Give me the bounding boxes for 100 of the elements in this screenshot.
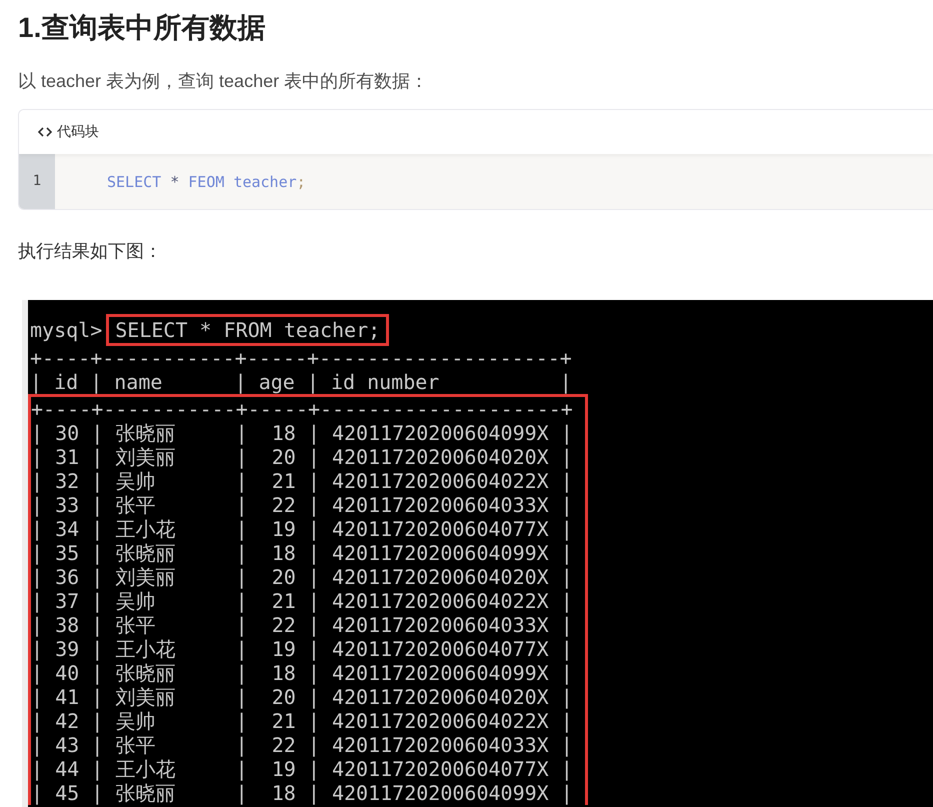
- column-separator: |: [236, 661, 248, 685]
- column-separator: |: [31, 445, 44, 469]
- column-separator: |: [560, 733, 573, 757]
- table-cell: 44: [55, 757, 80, 781]
- column-separator: |: [560, 370, 572, 394]
- column-separator: |: [91, 613, 104, 637]
- column-separator: |: [236, 733, 248, 757]
- section-heading: 1.查询表中所有数据: [18, 11, 266, 45]
- column-separator: |: [31, 709, 44, 733]
- table-cell: 18: [272, 541, 296, 565]
- column-separator: |: [236, 709, 248, 733]
- table-cell: 张晓丽: [115, 661, 176, 685]
- column-separator: |: [308, 685, 320, 709]
- column-separator: |: [308, 517, 320, 541]
- table-cell: 41: [55, 685, 80, 709]
- table-cell: 21: [272, 589, 296, 613]
- result-label: 执行结果如下图：: [18, 240, 163, 263]
- table-cell: 20: [272, 685, 296, 709]
- column-separator: |: [91, 661, 104, 685]
- column-separator: |: [90, 370, 102, 394]
- column-separator: |: [236, 637, 248, 661]
- column-separator: |: [236, 421, 248, 445]
- table-cell: 王小花: [115, 757, 176, 781]
- table-cell: 45: [55, 781, 80, 805]
- column-separator: |: [236, 493, 248, 517]
- table-cell: 31: [55, 445, 80, 469]
- column-separator: |: [306, 370, 319, 394]
- table-cell: 18: [272, 781, 296, 805]
- table-cell: 37: [55, 589, 80, 613]
- column-separator: |: [560, 637, 573, 661]
- table-cell: 42011720200604099X: [332, 781, 549, 805]
- prompt-text: mysql>: [30, 318, 102, 342]
- column-separator: |: [91, 709, 104, 733]
- column-separator: |: [560, 565, 573, 589]
- table-cell: 王小花: [115, 517, 176, 541]
- column-separator: |: [91, 469, 104, 493]
- table-cell: 42011720200604033X: [332, 613, 549, 637]
- column-separator: |: [236, 517, 248, 541]
- table-cell: 18: [272, 661, 296, 685]
- column-separator: |: [91, 565, 104, 589]
- column-separator: |: [31, 517, 44, 541]
- column-separator: |: [560, 421, 573, 445]
- table-cell: 19: [272, 757, 296, 781]
- column-separator: |: [308, 541, 320, 565]
- table-cell: 张晓丽: [115, 421, 176, 445]
- table-cell: 42011720200604022X: [332, 709, 549, 733]
- table-cell: 张晓丽: [115, 781, 176, 805]
- column-header: id: [54, 370, 78, 394]
- table-cell: 20: [272, 445, 296, 469]
- column-separator: |: [236, 565, 248, 589]
- column-separator: |: [31, 613, 44, 637]
- column-separator: |: [236, 757, 248, 781]
- table-cell: 39: [55, 637, 80, 661]
- column-header: age: [258, 370, 295, 394]
- table-cell: 36: [55, 565, 80, 589]
- column-separator: |: [91, 757, 104, 781]
- column-separator: |: [234, 370, 247, 394]
- table-cell: 42011720200604077X: [332, 637, 549, 661]
- column-separator: |: [236, 685, 248, 709]
- table-border: +----+-----------+-----+--------------------+: [31, 397, 574, 421]
- column-header: id number: [330, 370, 440, 394]
- column-separator: |: [31, 421, 44, 445]
- column-separator: |: [91, 637, 104, 661]
- column-separator: |: [308, 565, 320, 589]
- column-separator: |: [91, 541, 104, 565]
- column-separator: |: [560, 589, 573, 613]
- table-cell: 吴帅: [115, 709, 156, 733]
- column-separator: |: [91, 733, 104, 757]
- table-cell: 35: [55, 541, 80, 565]
- table-cell: 张平: [115, 493, 156, 517]
- column-separator: |: [236, 781, 248, 805]
- table-cell: 张晓丽: [115, 541, 176, 565]
- column-separator: |: [308, 781, 320, 805]
- table-cell: 21: [272, 709, 296, 733]
- code-line: SELECT * FEOM teacher;: [106, 172, 306, 190]
- column-separator: |: [31, 589, 44, 613]
- column-separator: |: [560, 469, 573, 493]
- table-cell: 40: [55, 661, 80, 685]
- code-block-label: 代码块: [57, 123, 99, 141]
- table-cell: 张平: [115, 733, 156, 757]
- column-separator: |: [560, 661, 573, 685]
- table-cell: 吴帅: [115, 469, 156, 493]
- column-separator: |: [31, 565, 44, 589]
- column-separator: |: [31, 493, 44, 517]
- column-separator: |: [91, 445, 104, 469]
- column-separator: |: [308, 493, 320, 517]
- table-cell: 吴帅: [115, 589, 156, 613]
- table-cell: 22: [272, 493, 296, 517]
- column-separator: |: [91, 589, 104, 613]
- table-cell: 42011720200604022X: [332, 469, 549, 493]
- column-separator: |: [236, 613, 248, 637]
- column-separator: |: [308, 469, 320, 493]
- table-cell: 42011720200604022X: [332, 589, 549, 613]
- column-separator: |: [560, 613, 573, 637]
- column-separator: |: [30, 370, 42, 394]
- table-cell: 42011720200604033X: [332, 733, 549, 757]
- column-separator: |: [308, 589, 320, 613]
- column-separator: |: [308, 637, 320, 661]
- table-cell: 20: [272, 565, 296, 589]
- table-cell: 19: [272, 637, 296, 661]
